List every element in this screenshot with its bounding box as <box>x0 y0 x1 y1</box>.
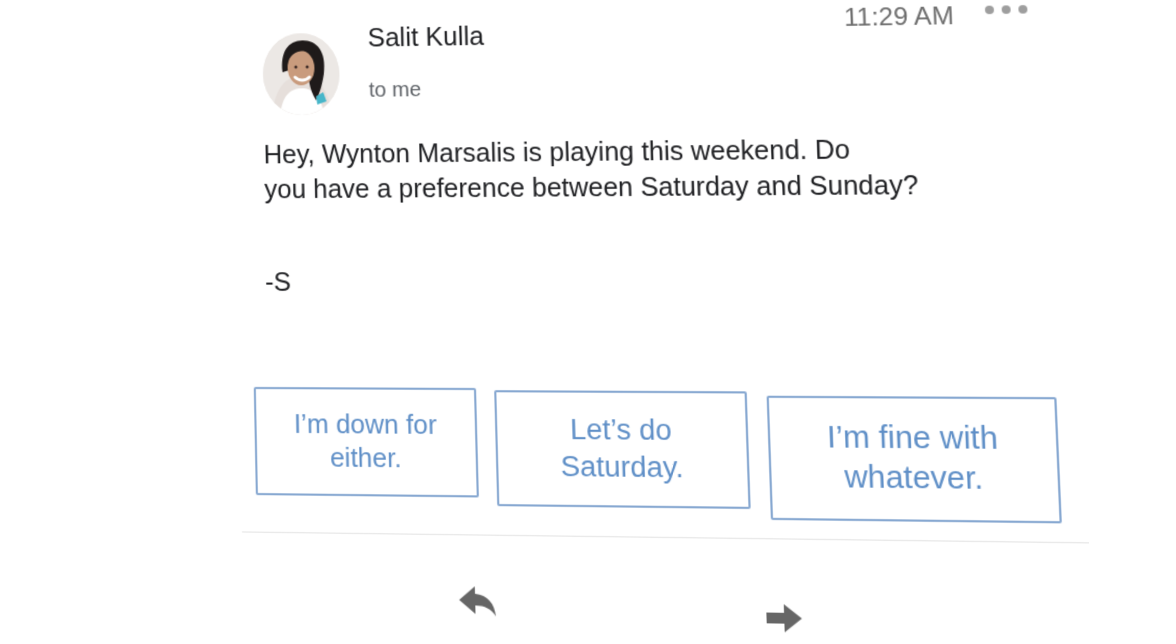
smart-reply-line: whatever. <box>843 460 984 497</box>
sender-name: Salit Kulla <box>367 22 485 53</box>
smart-reply-button[interactable]: I’m fine with whatever. <box>766 395 1062 524</box>
smart-reply-label: I’m fine with whatever. <box>826 418 1000 500</box>
smart-reply-line: Saturday. <box>560 450 685 484</box>
smart-reply-button[interactable]: I’m down for either. <box>253 386 479 498</box>
recipient-line: to me <box>368 78 422 102</box>
smart-reply-line: I’m fine with <box>826 420 999 457</box>
more-dot <box>1001 5 1011 14</box>
message-time: 11:29 AM <box>843 2 955 33</box>
smart-reply-button[interactable]: Let’s do Saturday. <box>494 390 751 509</box>
more-dot <box>1018 5 1028 14</box>
more-options-button[interactable] <box>984 0 1028 21</box>
smart-reply-label: Let’s do Saturday. <box>559 412 684 486</box>
smart-reply-line: either. <box>329 443 403 474</box>
bottom-divider <box>242 531 1089 544</box>
email-message-view: Salit Kulla to me 11:29 AM Hey, Wynton M… <box>0 0 1176 637</box>
forward-icon[interactable] <box>764 602 805 635</box>
smart-reply-label: I’m down for either. <box>294 408 439 476</box>
message-body: Hey, Wynton Marsalis is playing this wee… <box>263 130 1085 208</box>
reply-icon[interactable] <box>457 584 498 619</box>
more-dot <box>984 5 995 15</box>
message-line: you have a preference between Saturday a… <box>264 170 919 205</box>
sender-avatar <box>262 32 341 116</box>
smart-reply-line: Let’s do <box>569 414 673 447</box>
message-line: Hey, Wynton Marsalis is playing this wee… <box>263 135 851 170</box>
smart-reply-line: I’m down for <box>293 410 438 441</box>
message-signature: -S <box>264 268 292 298</box>
